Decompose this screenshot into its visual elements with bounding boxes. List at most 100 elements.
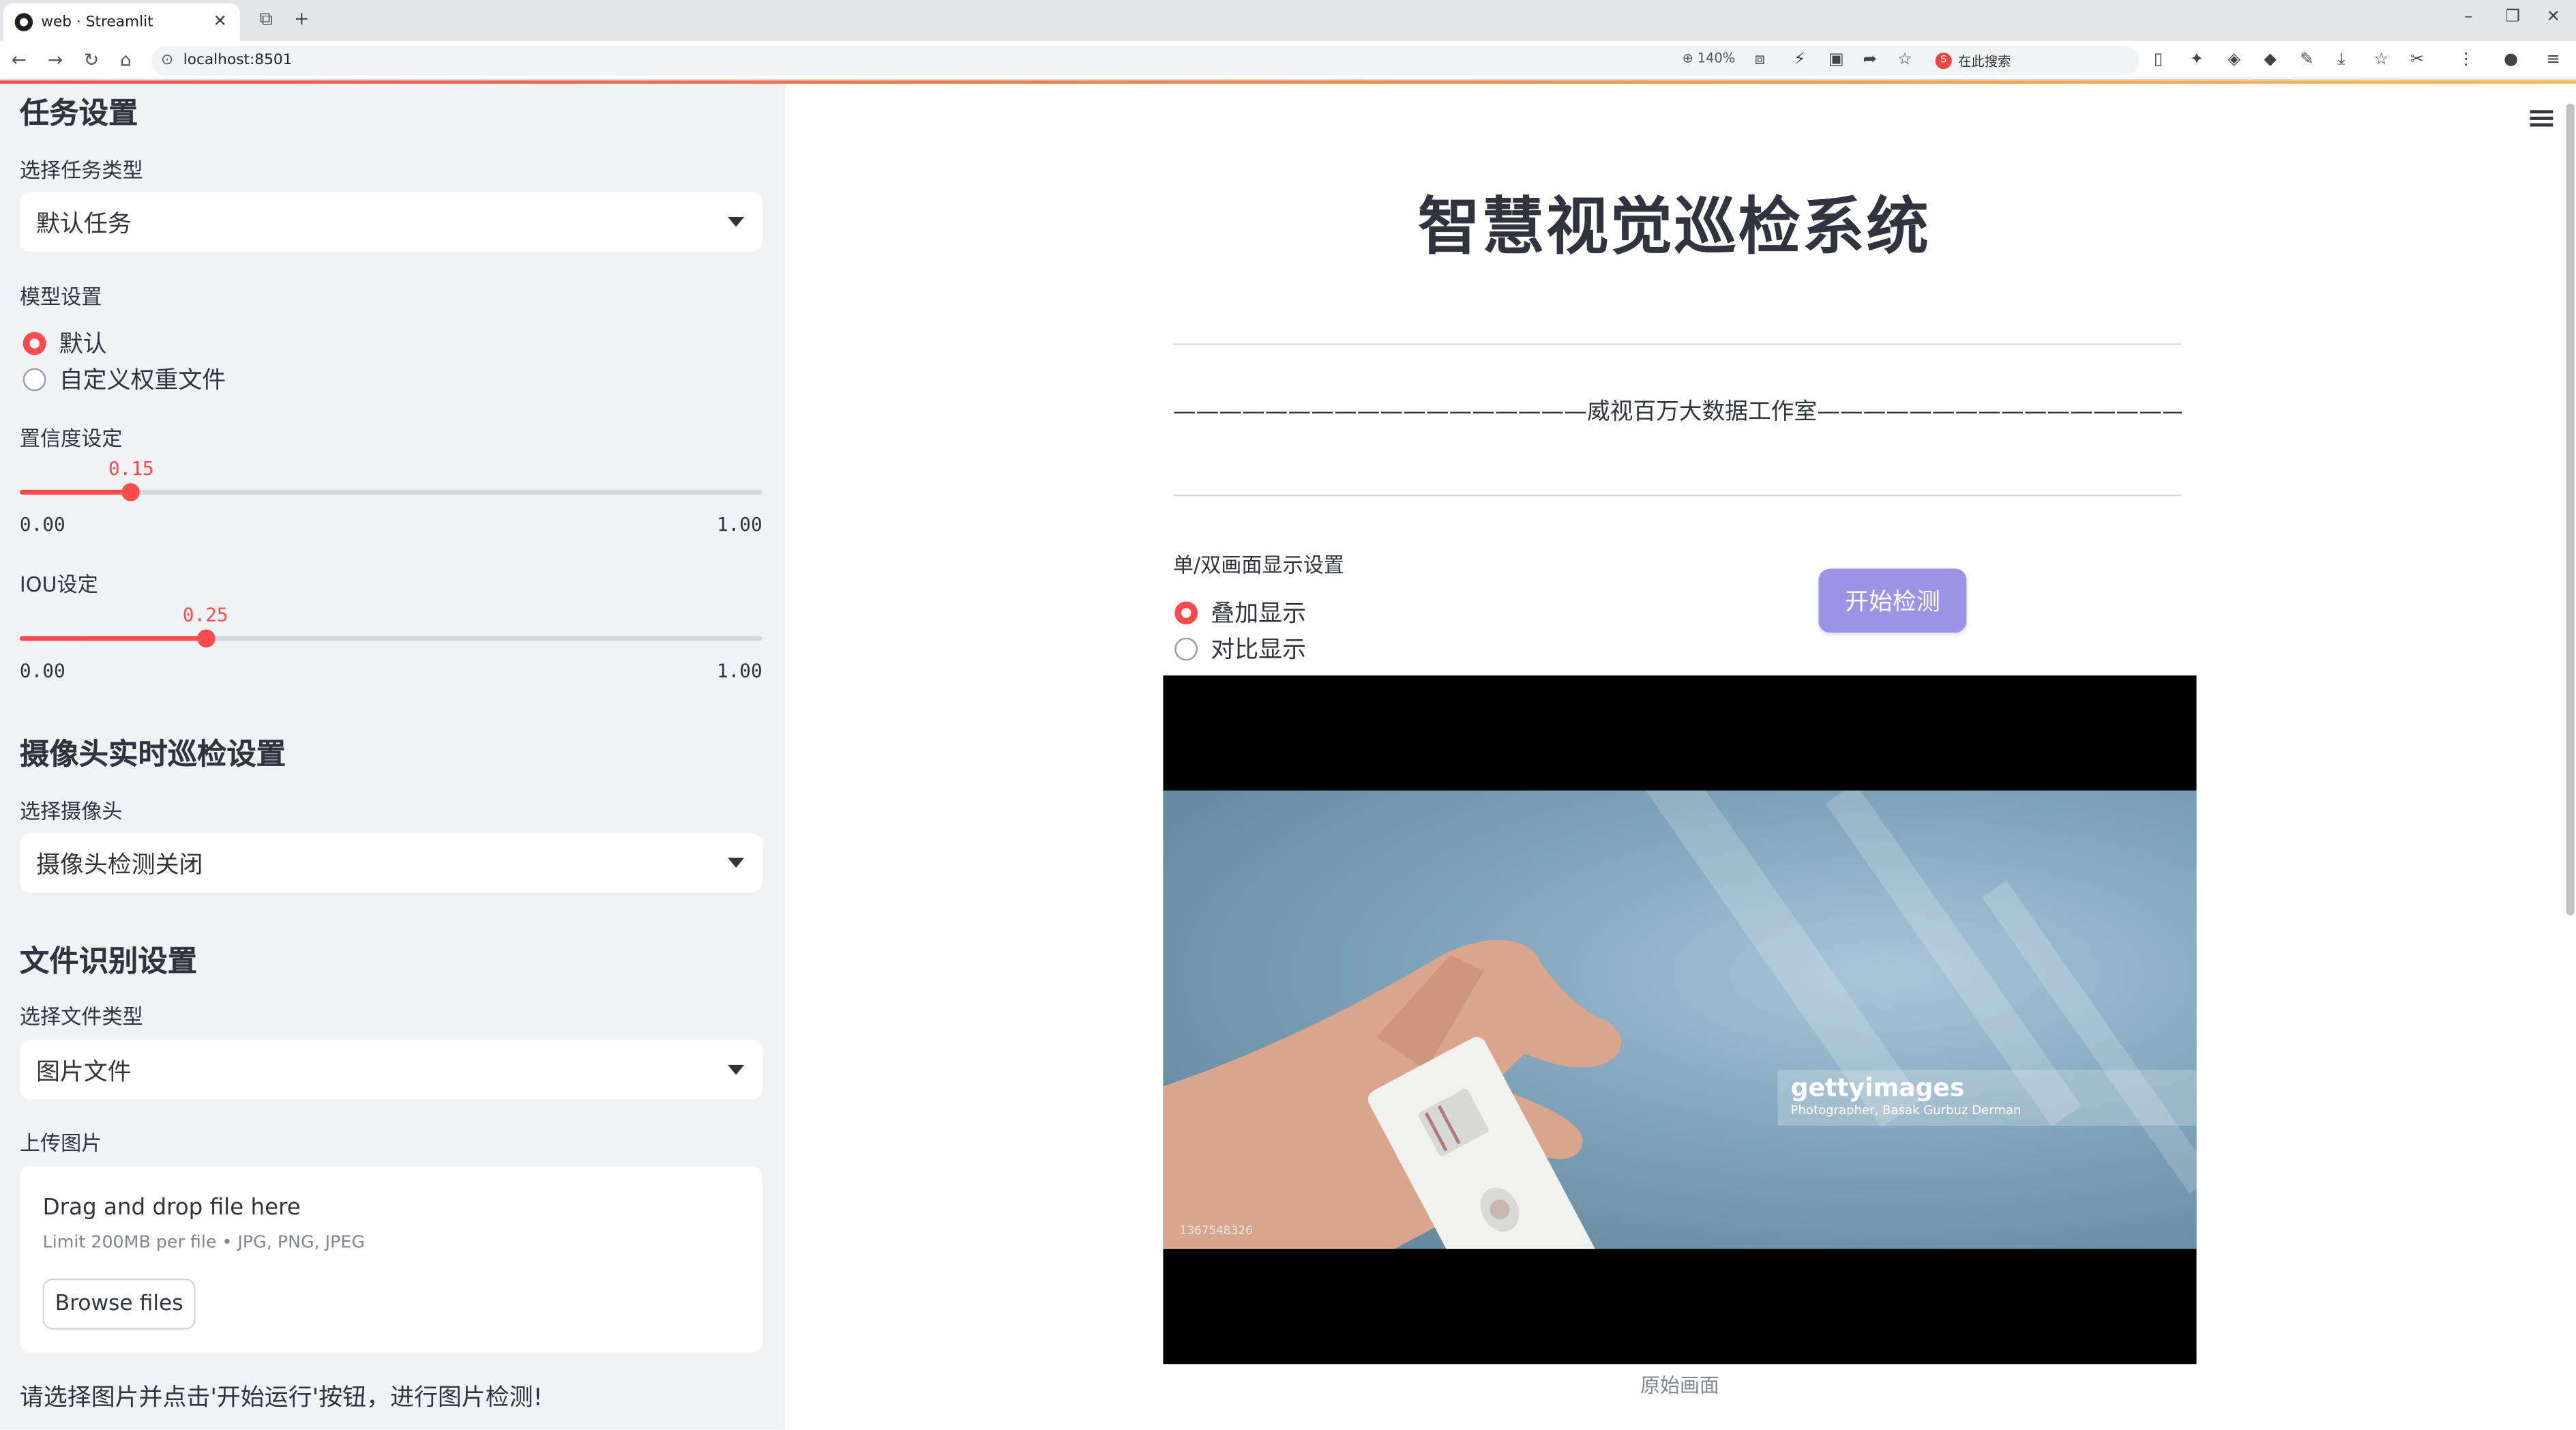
main-content: 智慧视觉巡检系统 ——————————————————威视百万大数据工作室———… (785, 83, 2576, 1430)
display-option-compare[interactable]: 对比显示 (1174, 631, 1306, 666)
test-kit-photo: gettyimages Photographer, Basak Gurbuz D… (1163, 790, 2197, 1249)
confidence-label: 置信度设定 (19, 425, 123, 451)
back-icon[interactable]: ← (12, 49, 27, 70)
camera-settings-heading: 摄像头实时巡检设置 (19, 738, 286, 773)
scrollbar[interactable] (2566, 103, 2575, 916)
task-type-label: 选择任务类型 (19, 158, 143, 183)
camera-value: 摄像头检测关闭 (35, 851, 203, 879)
camera-select[interactable]: 摄像头检测关闭 (19, 833, 763, 892)
watermark-brand: gettyimages (1790, 1072, 1965, 1103)
slider-thumb[interactable] (196, 629, 215, 648)
forward-icon[interactable]: → (48, 49, 63, 70)
tab-close-icon[interactable]: ✕ (210, 13, 230, 31)
model-option-label: 自定义权重文件 (59, 368, 226, 395)
model-option-default[interactable]: 默认 (23, 325, 107, 360)
extension-translate-icon[interactable]: ◆ (2264, 51, 2277, 69)
hand-holding-test-icon (1163, 939, 1622, 1249)
browse-files-button[interactable]: Browse files (42, 1279, 196, 1330)
instruction-text: 请选择图片并点击'开始运行'按钮，进行图片检测! (19, 1385, 543, 1412)
screenshot-icon[interactable]: ▣ (1829, 51, 1844, 69)
start-detection-button[interactable]: 开始检测 (1818, 568, 1967, 633)
camera-label: 选择摄像头 (19, 798, 123, 823)
slider-value: 0.25 (182, 603, 228, 626)
new-tab-icon[interactable]: + (294, 8, 309, 29)
window-close-icon[interactable]: ✕ (2547, 8, 2560, 26)
slider-value: 0.15 (108, 456, 154, 480)
file-type-value: 图片文件 (35, 1059, 132, 1086)
share-icon[interactable]: ➦ (1863, 51, 1877, 69)
model-settings-label: 模型设置 (19, 284, 102, 309)
watermark-credit: Photographer, Basak Gurbuz Derman (1790, 1103, 2022, 1118)
minimize-icon[interactable]: – (2464, 8, 2472, 26)
page-title: 智慧视觉巡检系统 (1417, 190, 1931, 263)
divider (1172, 343, 2182, 345)
translate-icon[interactable]: ⧈ (1755, 51, 1765, 69)
model-option-custom-weights[interactable]: 自定义权重文件 (23, 362, 226, 396)
download-icon[interactable]: ⤓ (2338, 51, 2345, 69)
image-id: 1367548326 (1179, 1224, 1253, 1238)
iou-label: IOU设定 (19, 572, 98, 597)
radio-selected-icon (23, 331, 46, 355)
slider-min: 0.00 (19, 512, 65, 536)
file-type-select[interactable]: 图片文件 (19, 1040, 763, 1100)
task-type-value: 默认任务 (35, 211, 132, 238)
divider (1172, 495, 2182, 497)
profile-avatar-icon[interactable]: ● (2504, 51, 2518, 69)
iou-slider[interactable]: 0.25 0.00 1.00 (19, 603, 763, 682)
hamburger-menu-icon[interactable] (2530, 110, 2553, 127)
extension-icon[interactable]: ◈ (2227, 51, 2240, 69)
address-bar: ← → ↻ ⌂ ⊙ localhost:8501 ⊕ 140% ⧈ ⚡ ▣ ➦ … (0, 41, 2576, 81)
site-info-icon[interactable]: ⊙ (161, 53, 173, 69)
display-option-overlay[interactable]: 叠加显示 (1174, 595, 1306, 630)
tab-title: web · Streamlit (41, 14, 153, 31)
search-engine-box[interactable]: S 在此搜索 (1935, 48, 2143, 74)
slider-max: 1.00 (716, 658, 763, 682)
restore-icon[interactable]: ❐ (2505, 8, 2520, 26)
task-type-select[interactable]: 默认任务 (19, 192, 763, 252)
chevron-down-icon (728, 1064, 745, 1075)
favorites-icon[interactable]: ☆ (2374, 51, 2389, 69)
sidebar: 任务设置 选择任务类型 默认任务 模型设置 默认 自定义权重文件 置信度设定 0… (0, 83, 786, 1430)
chevron-down-icon (728, 858, 745, 868)
reader-mode-icon[interactable]: ▯ (2154, 51, 2163, 69)
browser-tab-bar: web · Streamlit ✕ ⧉ + – ❐ ✕ (0, 0, 2576, 42)
reload-icon[interactable]: ↻ (84, 49, 99, 70)
search-placeholder: 在此搜索 (1958, 53, 2011, 68)
tab-groups-icon[interactable]: ⧉ (260, 8, 273, 31)
slider-fill (19, 489, 132, 495)
image-display: gettyimages Photographer, Basak Gurbuz D… (1163, 675, 2197, 1365)
slider-min: 0.00 (19, 658, 65, 682)
zoom-level[interactable]: ⊕ 140% (1683, 51, 1735, 66)
slider-thumb[interactable] (121, 483, 140, 501)
model-option-label: 默认 (59, 332, 107, 359)
radio-selected-icon (1174, 600, 1198, 624)
dropzone-limit: Limit 200MB per file • JPG, PNG, JPEG (42, 1232, 365, 1253)
file-dropzone[interactable]: Drag and drop file here Limit 200MB per … (19, 1167, 763, 1353)
browser-menu-icon[interactable]: ≡ (2547, 51, 2560, 69)
chevron-down-icon (728, 216, 745, 227)
studio-banner: ——————————————————威视百万大数据工作室————————————… (1172, 399, 2182, 426)
dropzone-title: Drag and drop file here (42, 1195, 301, 1221)
cut-tool-icon[interactable]: ✂ (2410, 51, 2424, 69)
zoom-value: 140% (1697, 50, 1735, 66)
display-option-label: 对比显示 (1211, 637, 1306, 665)
search-engine-icon: S (1935, 53, 1952, 70)
confidence-slider[interactable]: 0.15 0.00 1.00 (19, 457, 763, 536)
file-type-label: 选择文件类型 (19, 1004, 143, 1029)
home-icon[interactable]: ⌂ (120, 49, 132, 70)
slider-fill (19, 636, 206, 641)
url-text: localhost:8501 (183, 53, 293, 70)
upload-label: 上传图片 (19, 1130, 102, 1156)
extension-star-icon[interactable]: ✦ (2190, 51, 2204, 69)
radio-unselected-icon (1174, 637, 1198, 660)
more-menu-icon[interactable]: ⋮ (2458, 51, 2474, 69)
task-settings-heading: 任务设置 (19, 97, 138, 132)
browser-tab[interactable]: web · Streamlit ✕ (3, 3, 240, 42)
lightning-icon[interactable]: ⚡ (1794, 51, 1805, 69)
image-watermark: gettyimages Photographer, Basak Gurbuz D… (1777, 1070, 2197, 1126)
bookmark-star-icon[interactable]: ☆ (1897, 51, 1912, 69)
image-caption: 原始画面 (1640, 1373, 1719, 1397)
file-settings-heading: 文件识别设置 (19, 945, 198, 980)
radio-unselected-icon (23, 367, 46, 391)
extension-pen-icon[interactable]: ✎ (2300, 51, 2313, 69)
